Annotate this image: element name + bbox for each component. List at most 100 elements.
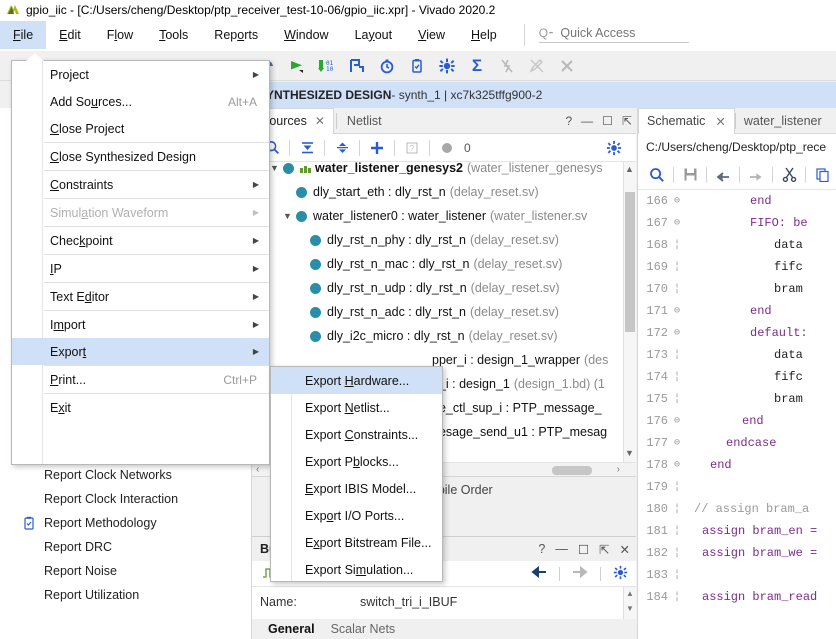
fold-collapse-icon[interactable]: ⊖ xyxy=(668,459,686,471)
minimize-icon[interactable]: — xyxy=(581,114,593,128)
menu-tools[interactable]: Tools xyxy=(146,21,201,49)
maximize-icon[interactable]: ☐ xyxy=(602,114,613,128)
flownav-item-report-utilization[interactable]: Report Utilization xyxy=(0,583,251,607)
quick-access-input[interactable] xyxy=(560,26,679,40)
cut-icon[interactable] xyxy=(776,163,802,187)
fold-collapse-icon[interactable]: ⊖ xyxy=(668,217,686,229)
generate-bitstream-icon[interactable] xyxy=(342,53,372,79)
flownav-item-report-methodology[interactable]: Report Methodology xyxy=(0,511,251,535)
menu-item-export[interactable]: Export ▶ xyxy=(12,338,269,365)
menu-edit[interactable]: Edit xyxy=(46,21,94,49)
tab-water-listener[interactable]: water_listener xyxy=(736,108,830,134)
properties-scrollbar[interactable]: ▲ ▼ xyxy=(623,587,636,619)
report-utilization-icon[interactable]: Σ xyxy=(462,53,492,79)
close-icon[interactable]: ✕ xyxy=(315,114,325,128)
scroll-right-icon[interactable]: › xyxy=(617,464,620,475)
help-icon[interactable]: ? xyxy=(565,114,572,128)
menu-item-export-simulation[interactable]: Export Simulation... xyxy=(271,556,442,583)
menu-flow[interactable]: Flow xyxy=(94,21,146,49)
menu-reports[interactable]: Reports xyxy=(201,21,271,49)
run-implementation-icon[interactable]: 01 10 xyxy=(312,53,342,79)
tree-node-file: (water_listener.sv xyxy=(490,209,588,223)
menu-item-export-constraints[interactable]: Export Constraints... xyxy=(271,421,442,448)
scroll-up-icon[interactable]: ▲ xyxy=(624,164,635,176)
search-icon[interactable] xyxy=(644,163,670,187)
expand-all-icon[interactable] xyxy=(328,136,356,160)
table-row[interactable]: dly_rst_n_udp : dly_rst_n (delay_reset.s… xyxy=(252,276,636,300)
menu-item-constraints[interactable]: Constraints ▶ xyxy=(12,171,269,198)
maximize-icon[interactable]: ☐ xyxy=(578,542,589,557)
menu-item-add-sources[interactable]: Add Sources... Alt+A xyxy=(12,88,269,115)
table-row[interactable]: ▼ water_listener_genesys2 (water_listene… xyxy=(252,162,636,180)
table-row[interactable]: ▼ water_listener0 : water_listener (wate… xyxy=(252,204,636,228)
flownav-item-report-clock-interaction[interactable]: Report Clock Interaction xyxy=(0,487,251,511)
menu-item-export-hardware[interactable]: Export Hardware... xyxy=(271,367,442,394)
settings-gear-icon[interactable] xyxy=(432,53,462,79)
menu-item-text-editor[interactable]: Text Editor ▶ xyxy=(12,283,269,310)
menu-window[interactable]: Window xyxy=(271,21,341,49)
chevron-down-icon[interactable]: ▼ xyxy=(283,211,296,221)
menu-item-close-synthesized-design[interactable]: Close Synthesized Design xyxy=(12,143,269,170)
help-icon[interactable]: ? xyxy=(538,542,545,557)
scrollbar-thumb[interactable] xyxy=(552,466,592,475)
close-icon[interactable]: ✕ xyxy=(715,114,725,129)
table-row[interactable]: dly_rst_n_phy : dly_rst_n (delay_reset.s… xyxy=(252,228,636,252)
minimize-icon[interactable]: — xyxy=(555,542,568,557)
menu-item-import[interactable]: Import ▶ xyxy=(12,311,269,338)
timing-report-icon[interactable] xyxy=(372,53,402,79)
flownav-item-report-clock-networks[interactable]: Report Clock Networks xyxy=(0,463,251,487)
menu-accelerator: Ctrl+P xyxy=(223,372,257,387)
copy-icon[interactable] xyxy=(809,163,835,187)
fold-collapse-icon[interactable]: ⊖ xyxy=(668,415,686,427)
fold-collapse-icon[interactable]: ⊖ xyxy=(668,437,686,449)
properties-settings-gear-icon[interactable] xyxy=(613,565,628,583)
menu-help[interactable]: Help xyxy=(458,21,510,49)
menu-item-print[interactable]: Print... Ctrl+P xyxy=(12,366,269,393)
fold-collapse-icon[interactable]: ⊖ xyxy=(668,195,686,207)
float-icon[interactable]: ⇱ xyxy=(622,114,632,128)
messages-icon[interactable] xyxy=(433,136,461,160)
sources-settings-gear-icon[interactable] xyxy=(600,136,628,160)
close-icon[interactable]: ✕ xyxy=(620,542,630,557)
scroll-down-icon[interactable]: ▼ xyxy=(624,448,635,460)
tab-general[interactable]: General xyxy=(260,622,323,636)
scroll-left-icon[interactable]: ‹ xyxy=(256,464,259,475)
menu-layout[interactable]: Layout xyxy=(342,21,406,49)
table-row[interactable]: dly_rst_n_mac : dly_rst_n (delay_reset.s… xyxy=(252,252,636,276)
menu-item-export-netlist[interactable]: Export Netlist... xyxy=(271,394,442,421)
add-sources-icon[interactable] xyxy=(363,136,391,160)
scrollbar-thumb[interactable] xyxy=(625,192,635,332)
tab-schematic[interactable]: Schematic ✕ xyxy=(638,107,735,134)
tab-scalar-nets[interactable]: Scalar Nets xyxy=(323,622,404,636)
menu-view[interactable]: View xyxy=(405,21,458,49)
table-row[interactable]: dly_rst_n_adc : dly_rst_n (delay_reset.s… xyxy=(252,300,636,324)
flownav-item-report-noise[interactable]: Report Noise xyxy=(0,559,251,583)
save-icon[interactable] xyxy=(677,163,703,187)
table-row[interactable]: dly_start_eth : dly_rst_n (delay_reset.s… xyxy=(252,180,636,204)
menu-item-checkpoint[interactable]: Checkpoint ▶ xyxy=(12,227,269,254)
undo-icon[interactable] xyxy=(710,163,736,187)
run-synthesis-icon[interactable] xyxy=(282,53,312,79)
menu-item-export-ibis-model[interactable]: Export IBIS Model... xyxy=(271,475,442,502)
chevron-down-icon[interactable]: ▼ xyxy=(270,163,283,173)
menu-item-export-pblocks[interactable]: Export Pblocks... xyxy=(271,448,442,475)
fold-collapse-icon[interactable]: ⊖ xyxy=(668,305,686,317)
tab-netlist[interactable]: Netlist xyxy=(339,108,390,134)
float-icon[interactable]: ⇱ xyxy=(599,542,609,557)
fold-collapse-icon[interactable]: ⊖ xyxy=(668,327,686,339)
menu-item-close-project[interactable]: Close Project xyxy=(12,115,269,142)
menu-file[interactable]: FFileile xyxy=(0,20,47,49)
report-methodology-icon[interactable] xyxy=(402,53,432,79)
collapse-all-icon[interactable] xyxy=(293,136,321,160)
menu-item-export-io-ports[interactable]: Export I/O Ports... xyxy=(271,502,442,529)
menu-item-exit[interactable]: Exit xyxy=(12,394,269,421)
flownav-item-report-drc[interactable]: Report DRC xyxy=(0,535,251,559)
back-arrow-icon[interactable] xyxy=(531,565,547,581)
code-content[interactable]: 166 ⊖ end 167 ⊖ FIFO: be 168 ¦ data 169 ¦ fifc 170 ¦ b… xyxy=(638,190,836,629)
tree-vertical-scrollbar[interactable]: ▲ ▼ xyxy=(623,162,636,462)
fold-guide: ¦ xyxy=(673,349,680,361)
menu-item-export-bitstream-file[interactable]: Export Bitstream File... xyxy=(271,529,442,556)
menu-item-ip[interactable]: IP ▶ xyxy=(12,255,269,282)
menu-item-project[interactable]: Project ▶ xyxy=(12,61,269,88)
table-row[interactable]: dly_i2c_micro : dly_rst_n (delay_reset.s… xyxy=(252,324,636,348)
